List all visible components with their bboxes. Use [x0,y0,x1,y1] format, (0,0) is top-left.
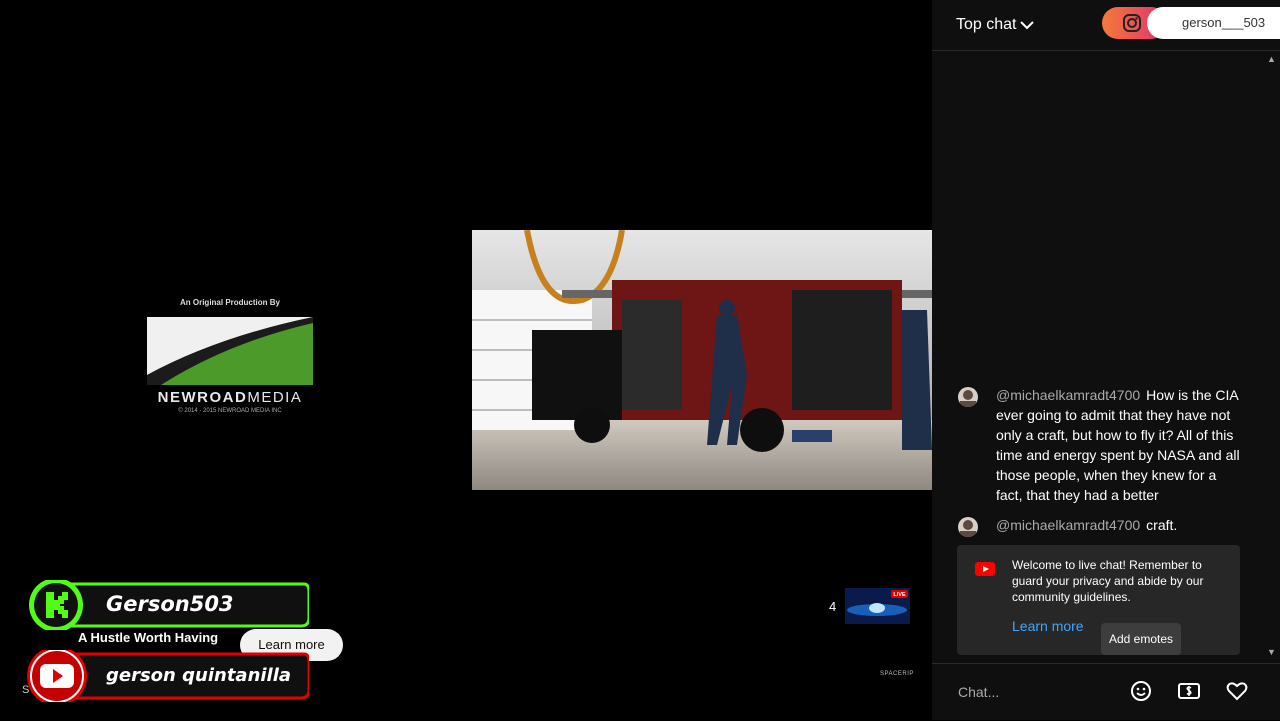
chat-text: How is the CIA ever going to admit that … [996,387,1240,503]
top-chat-label: Top chat [956,16,1017,33]
live-chat-panel: Top chat gerson___503 ▲ @michaelkamradt4… [932,0,1280,720]
chat-header: Top chat gerson___503 [932,0,1280,51]
production-caption: An Original Production By [179,298,280,307]
production-credit: An Original Production By NEWROADMEDIA ©… [146,298,314,414]
video-player[interactable]: An Original Production By NEWROADMEDIA ©… [0,0,932,720]
emoji-icon[interactable] [1130,680,1152,702]
add-emotes-tooltip: Add emotes [1101,623,1181,655]
logo-wordmark: NEWROADMEDIA [157,389,303,406]
chat-text: craft. [1146,517,1178,533]
queue-count: 4 [829,599,837,614]
chat-message-body: @michaelkamradt4700 How is the CIA ever g… [996,385,1242,505]
scroll-up-arrow-icon[interactable]: ▲ [1267,54,1276,64]
kick-username: Gerson503 [106,592,234,616]
obscured-text: S [22,684,30,696]
avatar[interactable] [958,387,978,407]
instagram-icon [1123,14,1141,32]
fire-station-video-frame [472,230,932,490]
chevron-down-icon [1020,21,1035,30]
heart-icon[interactable] [1226,680,1248,702]
welcome-learn-more-link[interactable]: Learn more [1012,618,1084,634]
avatar[interactable] [958,517,978,537]
welcome-text: Welcome to live chat! Remember to guard … [1012,558,1204,604]
chat-messages[interactable]: ▲ @michaelkamradt4700 How is the CIA ever… [932,51,1280,663]
chat-input[interactable] [956,676,1130,708]
watermark: SPACERIP [880,671,914,677]
logo-copyright: © 2014 - 2015 NEWROAD MEDIA INC [178,408,282,414]
chat-author[interactable]: @michaelkamradt4700 [996,387,1140,403]
live-badge: LIVE [893,592,906,598]
chat-message-body: @michaelkamradt4700 craft. [996,515,1242,535]
chat-author[interactable]: @michaelkamradt4700 [996,517,1140,533]
youtube-overlay: gerson quintanilla [26,646,311,706]
top-chat-dropdown[interactable]: Top chat [956,16,1035,34]
live-thumbnail[interactable]: LIVE [845,588,910,624]
scroll-down-arrow-icon[interactable]: ▼ [1267,647,1276,657]
super-chat-icon[interactable] [1178,680,1200,702]
youtube-username: gerson quintanilla [106,665,292,686]
chat-input-bar [932,663,1280,721]
kick-overlay: Gerson503 [26,578,311,632]
instagram-handle-box: gerson___503 [1147,7,1280,39]
instagram-handle: gerson___503 [1182,15,1266,30]
youtube-icon [975,562,995,576]
sponsor-text: A Hustle Worth Having [78,630,219,645]
welcome-banner: Welcome to live chat! Remember to guard … [957,545,1240,655]
newroad-media-logo [147,317,313,385]
